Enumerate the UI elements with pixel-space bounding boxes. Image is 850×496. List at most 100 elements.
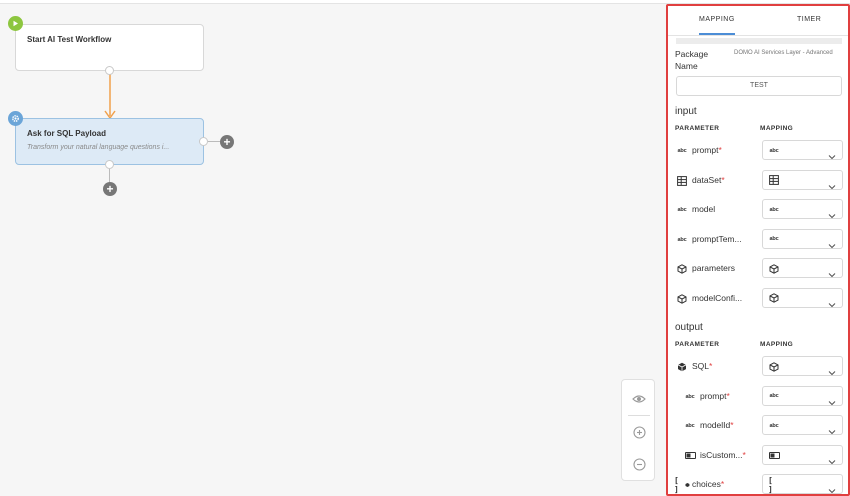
start-node-output-port[interactable] <box>105 66 114 75</box>
start-node-title: Start AI Test Workflow <box>27 35 112 44</box>
output-parameter-header: PARAMETER <box>675 341 720 348</box>
mapping-select[interactable] <box>762 444 843 465</box>
array-icon: [ ] <box>768 475 773 494</box>
zoom-in-icon[interactable] <box>631 424 647 440</box>
active-tab-indicator <box>699 33 735 35</box>
eye-icon[interactable] <box>631 391 647 407</box>
workflow-canvas[interactable]: Start AI Test Workflow Ask for SQL Paylo… <box>0 4 666 496</box>
mapping-select[interactable]: abc <box>762 415 843 435</box>
table-icon <box>768 175 780 186</box>
cube-icon <box>768 361 780 372</box>
output-row-sql: SQL* <box>668 356 848 378</box>
parameter-name: model <box>692 204 716 214</box>
canvas-controls <box>621 379 655 481</box>
panel-tabs: MAPPING TIMER <box>668 6 848 36</box>
required-marker: * <box>742 449 746 460</box>
parameter-name: choices* <box>692 479 725 489</box>
parameter-name: SQL* <box>692 361 713 371</box>
required-marker: * <box>721 174 725 185</box>
abc-icon: abc <box>769 236 779 242</box>
input-row-modelconfi: modelConfi... <box>668 287 848 310</box>
parameter-name: promptTem... <box>692 233 742 244</box>
ask-node-right-port[interactable] <box>199 137 208 146</box>
output-row-modelid: abc modelId* abc <box>668 415 848 437</box>
output-mapping-header: MAPPING <box>760 341 794 348</box>
parameter-name: dataSet* <box>692 174 725 185</box>
parameter-name: prompt* <box>692 145 722 155</box>
chevron-down-icon <box>828 265 836 278</box>
ask-sql-node[interactable]: Ask for SQL Payload Transform your natur… <box>15 118 204 165</box>
chevron-down-icon <box>828 422 836 435</box>
abc-icon: abc <box>685 423 695 429</box>
toggle-icon <box>684 450 696 462</box>
input-row-model: abc model abc <box>668 199 848 221</box>
add-right-step-button[interactable]: + <box>220 135 234 149</box>
chevron-down-icon <box>828 206 836 219</box>
input-mapping-header: MAPPING <box>760 125 794 132</box>
chevron-down-icon <box>828 295 836 307</box>
parameter-name: modelConfi... <box>692 292 743 303</box>
mapping-select[interactable]: abc <box>762 228 843 249</box>
array-cube-icon: [ ] <box>674 476 690 494</box>
output-row-choices: [ ] choices*[ ] <box>668 474 848 494</box>
required-marker: * <box>709 361 713 371</box>
cube-icon <box>676 293 688 305</box>
abc-icon: abc <box>677 236 687 243</box>
bottom-connector-line <box>109 169 110 183</box>
abc-icon: abc <box>769 206 779 213</box>
mapping-select[interactable] <box>762 169 843 190</box>
input-row-dataset: dataSet* <box>668 169 848 192</box>
package-name-label: Package Name <box>675 49 709 71</box>
required-marker: * <box>726 390 730 401</box>
cube-icon <box>768 293 780 304</box>
abc-icon: abc <box>769 393 779 399</box>
chevron-down-icon <box>828 363 836 376</box>
mapping-panel: MAPPING TIMER Package Name DOMO AI Servi… <box>666 4 850 496</box>
input-parameter-header: PARAMETER <box>675 125 720 132</box>
tab-mapping[interactable]: MAPPING <box>699 16 735 23</box>
chevron-down-icon <box>828 481 836 494</box>
play-icon <box>8 16 23 31</box>
chevron-down-icon <box>828 147 836 160</box>
required-marker: * <box>720 479 725 489</box>
mapping-select[interactable]: abc <box>762 140 843 160</box>
ask-node-bottom-port[interactable] <box>105 160 114 169</box>
abc-icon: abc <box>769 147 779 154</box>
cube-filled-icon <box>676 361 688 373</box>
mapping-select[interactable]: abc <box>762 199 843 219</box>
required-marker: * <box>718 145 722 155</box>
parameter-name: prompt* <box>700 390 730 401</box>
zoom-out-icon[interactable] <box>631 456 647 472</box>
connector-line <box>104 72 116 120</box>
mapping-select[interactable]: abc <box>762 385 843 406</box>
abc-icon: abc <box>769 422 779 429</box>
gear-icon <box>8 111 23 126</box>
cube-icon <box>676 263 688 275</box>
mapping-select[interactable] <box>762 258 843 278</box>
toggle-icon <box>768 450 780 461</box>
chevron-down-icon <box>828 452 836 464</box>
parameter-name: parameters <box>692 263 735 273</box>
mapping-select[interactable] <box>762 287 843 308</box>
cube-icon <box>768 263 780 274</box>
input-row-prompt: abc prompt* abc <box>668 140 848 162</box>
input-section-title: input <box>675 106 697 117</box>
abc-icon: abc <box>685 393 695 400</box>
add-next-step-button[interactable]: + <box>103 182 117 196</box>
mapping-select[interactable]: [ ] <box>762 474 843 494</box>
test-button[interactable]: TEST <box>676 76 842 96</box>
chevron-down-icon <box>828 393 836 405</box>
output-row-iscustom: isCustom...* <box>668 444 848 467</box>
table-icon <box>676 175 688 187</box>
mapping-select[interactable] <box>762 356 843 376</box>
required-marker: * <box>730 420 734 430</box>
ask-node-subtitle: Transform your natural language question… <box>27 144 170 151</box>
abc-icon: abc <box>677 207 687 213</box>
start-node[interactable]: Start AI Test Workflow <box>15 24 204 71</box>
input-row-parameters: parameters <box>668 258 848 280</box>
panel-header-strip <box>676 38 842 44</box>
zoom-divider <box>628 415 650 416</box>
ask-node-title: Ask for SQL Payload <box>27 129 106 138</box>
tab-timer[interactable]: TIMER <box>797 16 821 23</box>
output-row-prompt: abc prompt* abc <box>668 385 848 408</box>
